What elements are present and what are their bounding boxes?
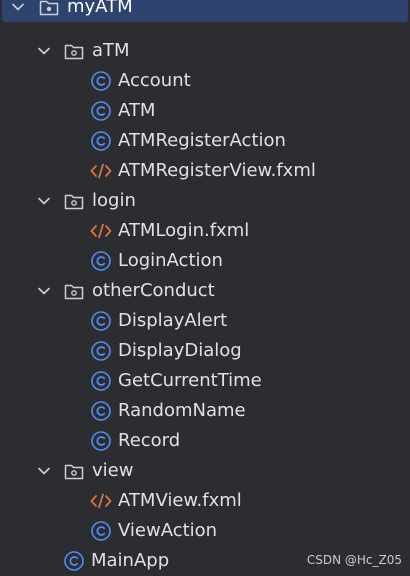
tree-label-account: Account	[118, 70, 191, 91]
java-class-icon	[90, 250, 112, 272]
chevron-down-icon[interactable]	[36, 43, 52, 59]
tree-row-loginaction[interactable]: LoginAction	[0, 246, 410, 276]
tree-label-package-login: login	[92, 190, 136, 211]
chevron-down-icon[interactable]	[36, 283, 52, 299]
tree-row-package-view[interactable]: view	[0, 456, 410, 486]
tree-row-package-atm[interactable]: aTM	[0, 36, 410, 66]
tree-label-record: Record	[118, 430, 181, 451]
java-class-icon	[90, 370, 112, 392]
chevron-down-icon[interactable]	[36, 193, 52, 209]
java-class-icon	[90, 70, 112, 92]
watermark: CSDN @Hc_Z05	[306, 553, 402, 567]
tree-row-account[interactable]: Account	[0, 66, 410, 96]
tree-label-mainapp: MainApp	[91, 550, 170, 571]
chevron-down-icon[interactable]	[10, 0, 26, 15]
tree-row-package-login[interactable]: login	[0, 186, 410, 216]
tree-label-atmregisterview-fxml: ATMRegisterView.fxml	[118, 160, 316, 181]
tree-row-atmregisterview-fxml[interactable]: ATMRegisterView.fxml	[0, 156, 410, 186]
java-class-icon	[90, 430, 112, 452]
tree-label-displaydialog: DisplayDialog	[118, 340, 242, 361]
tree-label-atmlogin-fxml: ATMLogin.fxml	[118, 220, 250, 241]
package-folder-icon	[63, 191, 85, 211]
tree-label-loginaction: LoginAction	[118, 250, 223, 271]
java-class-icon	[63, 550, 85, 572]
tree-label-atm: ATM	[118, 100, 156, 121]
java-class-icon	[90, 340, 112, 362]
tree-label-myatm: myATM	[67, 0, 133, 17]
tree-label-displayalert: DisplayAlert	[118, 310, 228, 331]
tree-label-package-view: view	[92, 460, 134, 481]
tree-label-getcurrenttime: GetCurrentTime	[118, 370, 262, 391]
tree-row-atmregisteraction[interactable]: ATMRegisterAction	[0, 126, 410, 156]
tree-row-record[interactable]: Record	[0, 426, 410, 456]
fxml-file-icon	[89, 161, 113, 181]
package-folder-icon	[63, 461, 85, 481]
tree-row-atmlogin-fxml[interactable]: ATMLogin.fxml	[0, 216, 410, 246]
chevron-down-icon[interactable]	[36, 463, 52, 479]
tree-row-myatm[interactable]: myATM	[2, 0, 408, 22]
folder-icon	[38, 0, 60, 17]
package-folder-icon	[63, 281, 85, 301]
tree-row-displaydialog[interactable]: DisplayDialog	[0, 336, 410, 366]
tree-row-displayalert[interactable]: DisplayAlert	[0, 306, 410, 336]
tree-label-viewaction: ViewAction	[118, 520, 218, 541]
java-class-icon	[90, 520, 112, 542]
tree-row-getcurrenttime[interactable]: GetCurrentTime	[0, 366, 410, 396]
java-class-icon	[90, 400, 112, 422]
java-class-icon	[90, 100, 112, 122]
tree-row-atm[interactable]: ATM	[0, 96, 410, 126]
tree-row-atmview-fxml[interactable]: ATMView.fxml	[0, 486, 410, 516]
tree-row-package-otherconduct[interactable]: otherConduct	[0, 276, 410, 306]
tree-label-package-atm: aTM	[92, 40, 130, 61]
java-class-icon	[90, 130, 112, 152]
tree-label-package-otherconduct: otherConduct	[92, 280, 215, 301]
tree-row-viewaction[interactable]: ViewAction	[0, 516, 410, 546]
package-folder-icon	[63, 41, 85, 61]
tree-label-atmview-fxml: ATMView.fxml	[118, 490, 242, 511]
project-tree: myATM aTM Account ATM ATMRegisterAction	[0, 0, 410, 576]
java-class-icon	[90, 310, 112, 332]
tree-row-randomname[interactable]: RandomName	[0, 396, 410, 426]
tree-label-randomname: RandomName	[118, 400, 246, 421]
tree-label-atmregisteraction: ATMRegisterAction	[118, 130, 286, 151]
fxml-file-icon	[89, 221, 113, 241]
fxml-file-icon	[89, 491, 113, 511]
